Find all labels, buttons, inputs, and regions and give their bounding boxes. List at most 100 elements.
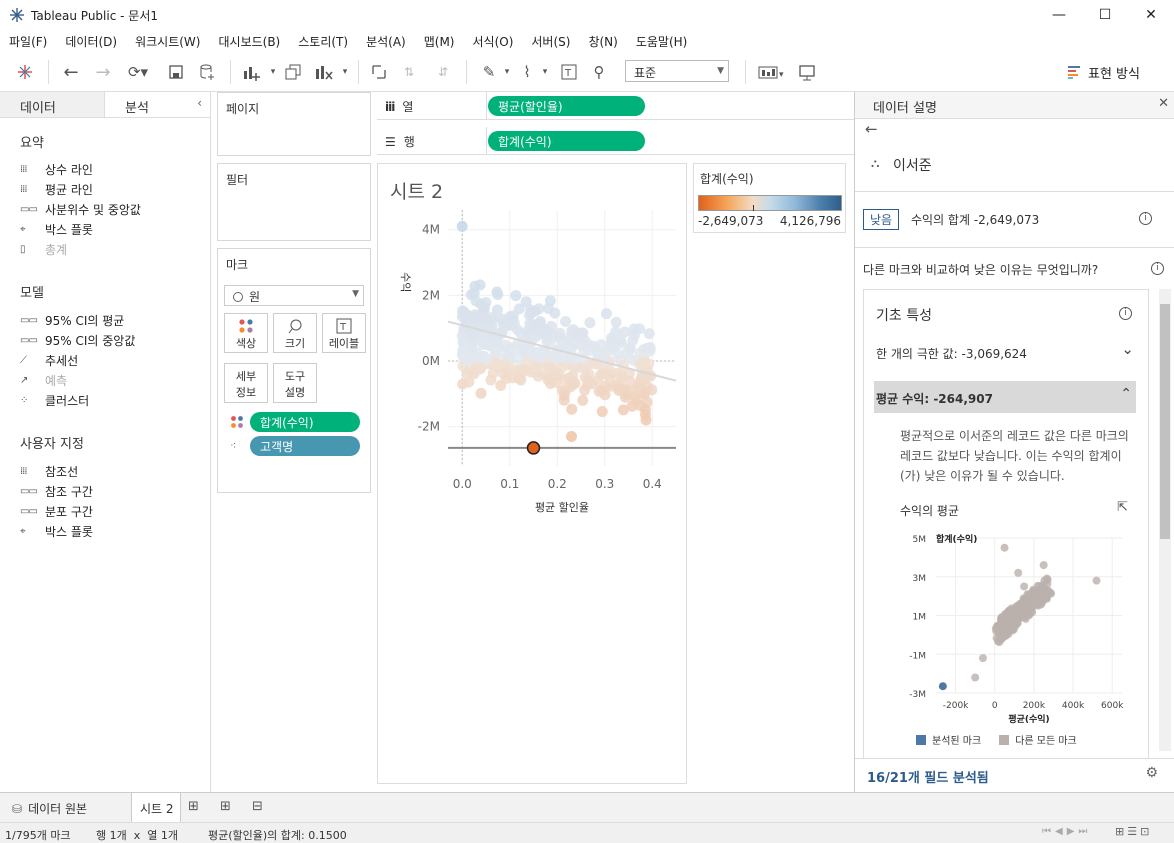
scatter-point[interactable]: [558, 394, 570, 406]
tooltip-button[interactable]: 도구 설명: [273, 363, 317, 403]
analytics-item-custom-box-plot[interactable]: ⌖ 박스 플롯: [20, 523, 93, 540]
new-story-tab-icon[interactable]: ⊟: [252, 799, 263, 814]
scatter-point[interactable]: [456, 220, 468, 232]
new-datasource-icon[interactable]: [196, 62, 218, 82]
analytics-item-forecast[interactable]: ↗ 예측: [20, 372, 67, 389]
scatter-point[interactable]: [643, 328, 655, 340]
scatter-point[interactable]: [500, 373, 512, 385]
color-button[interactable]: 색상: [224, 313, 268, 353]
menu-window[interactable]: 창(N): [588, 33, 617, 50]
scatter-point[interactable]: [466, 329, 478, 341]
scatter-point[interactable]: [465, 289, 477, 301]
scatter-point[interactable]: [624, 352, 636, 364]
pages-card[interactable]: 페이지: [217, 92, 371, 156]
analytics-item-ci-median[interactable]: ▭▭ 95% CI의 중앙값: [20, 332, 135, 349]
scatter-point[interactable]: [632, 381, 644, 393]
scatter-point[interactable]: [566, 403, 578, 415]
scatter-point[interactable]: [457, 351, 469, 363]
analytics-item-box-plot[interactable]: ⌖ 박스 플롯: [20, 221, 93, 238]
scatter-point[interactable]: [524, 329, 536, 341]
close-button[interactable]: ✕: [1128, 0, 1174, 30]
menu-file[interactable]: 파일(F): [9, 33, 47, 50]
tab-analytics[interactable]: 분석: [105, 92, 210, 117]
minimize-button[interactable]: —: [1036, 0, 1082, 30]
scatter-point[interactable]: [610, 316, 622, 328]
mark-type-select[interactable]: 원 ▼: [224, 285, 364, 306]
sort-ascending-icon[interactable]: ⇅: [398, 62, 420, 82]
scatter-point[interactable]: [510, 344, 522, 356]
scatter-point[interactable]: [577, 394, 589, 406]
scatter-point[interactable]: [544, 350, 556, 362]
group-members-icon[interactable]: ⌇: [516, 62, 538, 82]
analytics-item-constant-line[interactable]: ⁞⁞⁞ 상수 라인: [20, 161, 93, 178]
rows-pill[interactable]: 합계(수익): [488, 131, 645, 151]
info-icon[interactable]: i: [1139, 212, 1152, 225]
scatter-point[interactable]: [458, 308, 470, 320]
redo-icon[interactable]: →: [92, 62, 114, 83]
duplicate-sheet-icon[interactable]: [282, 62, 304, 82]
scatter-point[interactable]: [596, 406, 608, 418]
data-source-tab[interactable]: ⛁ 데이터 원본: [0, 793, 130, 822]
back-arrow-icon[interactable]: ←: [865, 120, 878, 138]
scatter-chart[interactable]: 0.0 0.1 0.2 0.3 0.4 4M 2M 0M -2M 평균 할인율 수익: [378, 204, 686, 564]
scatter-point[interactable]: [535, 346, 547, 358]
scatter-point[interactable]: [565, 381, 577, 393]
open-in-sheet-icon[interactable]: ⇱: [1117, 500, 1128, 515]
analytics-item-quartiles[interactable]: ▭▭ 사분위수 및 중앙값: [20, 201, 141, 218]
clear-sheet-icon[interactable]: [312, 62, 336, 82]
close-icon[interactable]: ✕: [1158, 96, 1169, 111]
new-dashboard-tab-icon[interactable]: ⊞: [220, 799, 231, 814]
scrollbar-thumb[interactable]: [1160, 304, 1170, 539]
average-row[interactable]: 평균 수익: -264,907 ⌃: [874, 381, 1136, 413]
analytics-item-reference-band[interactable]: ▭▭ 참조 구간: [20, 483, 93, 500]
scatter-point[interactable]: [473, 352, 485, 364]
scatter-point[interactable]: [594, 369, 606, 381]
scatter-point[interactable]: [612, 367, 624, 379]
columns-shelf[interactable]: iii 열 평균(할인율): [377, 92, 854, 120]
tableau-home-icon[interactable]: [14, 62, 36, 82]
scatter-point[interactable]: [579, 384, 591, 396]
scatter-point[interactable]: [571, 327, 583, 339]
chevron-down-icon[interactable]: ▾: [268, 62, 278, 82]
scatter-point[interactable]: [556, 337, 568, 349]
extreme-value-row[interactable]: 한 개의 극한 값: -3,069,624 ⌄: [874, 337, 1136, 367]
menu-story[interactable]: 스토리(T): [298, 33, 348, 50]
scatter-point[interactable]: [510, 290, 522, 302]
sheet-tab[interactable]: 시트 2: [131, 793, 181, 822]
info-icon[interactable]: i: [1151, 262, 1164, 275]
scatter-point[interactable]: [569, 339, 581, 351]
scatter-point[interactable]: [584, 317, 596, 329]
scatter-point[interactable]: [646, 384, 658, 396]
menu-format[interactable]: 서식(O): [473, 33, 514, 50]
sheet-nav-icon[interactable]: ⏮◀▶⏭: [1042, 826, 1091, 837]
size-button[interactable]: 크기: [273, 313, 317, 353]
worksheet-view[interactable]: 시트 2 0.0 0.1 0.2 0.3 0.4 4M 2M 0M -2M 평균 할인율 수익: [377, 163, 687, 784]
analytics-item-trend-line[interactable]: ⟋ 추세선: [20, 352, 78, 369]
save-icon[interactable]: [165, 62, 187, 82]
detail-pill[interactable]: 고객명: [250, 436, 360, 456]
explain-scrollbar[interactable]: [1159, 289, 1171, 751]
chevron-down-icon[interactable]: ▾: [540, 62, 550, 82]
scatter-point[interactable]: [534, 317, 546, 329]
fit-select[interactable]: 표준 ▼: [625, 60, 729, 82]
scatter-point[interactable]: [513, 372, 525, 384]
scatter-point[interactable]: [624, 342, 636, 354]
scatter-point[interactable]: [478, 337, 490, 349]
rows-shelf[interactable]: ☰ 행 합계(수익): [377, 127, 854, 155]
scatter-point[interactable]: [593, 385, 605, 397]
scatter-point[interactable]: [475, 387, 487, 399]
scatter-point[interactable]: [511, 324, 523, 336]
label-button[interactable]: T 레이블: [322, 313, 366, 353]
present-cards-icon[interactable]: ▾: [755, 62, 789, 82]
scatter-point[interactable]: [490, 345, 502, 357]
sort-descending-icon[interactable]: ⇵: [432, 62, 454, 82]
scatter-point[interactable]: [588, 340, 600, 352]
maximize-button[interactable]: ☐: [1082, 0, 1128, 30]
analytics-item-distribution-band[interactable]: ▭▭ 분포 구간: [20, 503, 93, 520]
color-legend[interactable]: 합계(수익) -2,649,073 4,126,796: [693, 163, 846, 233]
scatter-point[interactable]: [615, 335, 627, 347]
scatter-point[interactable]: [613, 385, 625, 397]
scatter-point[interactable]: [474, 279, 486, 291]
scatter-point[interactable]: [639, 409, 651, 421]
selected-point[interactable]: [526, 441, 541, 455]
